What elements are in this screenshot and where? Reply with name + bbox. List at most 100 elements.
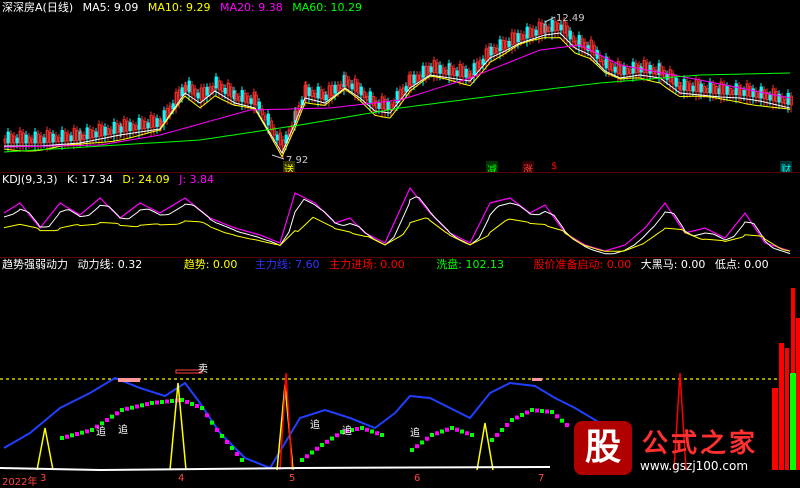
candle-body [498,39,502,52]
candle-body [464,68,468,78]
washout-dot [180,398,184,402]
washout-dot [525,410,529,415]
candle-body [368,91,372,104]
x-axis-month: 6 [414,473,421,484]
candle-body [205,86,209,96]
x-axis-month: 5 [289,473,296,484]
main-force-line [3,376,601,470]
washout-dot [145,402,149,407]
candle-body [377,103,381,109]
washout-dot [315,446,319,451]
washout-dot [445,427,449,432]
trend-spike [36,427,54,471]
event-marker-dollar[interactable]: $ [551,161,557,172]
candle-body [665,74,669,80]
candle-body [534,29,538,36]
washout-dot [435,431,439,436]
washout-dot [450,426,454,430]
candle-body [691,85,695,92]
candle-body [146,122,150,129]
watermark-badge: 股 [574,421,632,475]
candle-body [786,92,790,105]
candle-body [249,98,253,105]
washout-dot [460,429,464,434]
candle-body [119,126,123,133]
washout-dot [335,433,339,438]
trend-spike [476,422,494,471]
washout-dot [380,433,384,437]
washout-dot [65,434,69,439]
washout-dot [545,409,549,414]
washout-dot [185,400,189,404]
washout-dot [415,444,419,449]
candle-body [103,126,107,136]
kdj-chart[interactable] [0,173,800,257]
washout-dot [155,400,159,405]
candle-body [568,30,572,40]
washout-dot [235,452,239,456]
candle-body [128,122,132,132]
washout-dot [105,418,109,422]
candle-body [507,41,511,47]
candle-body [137,117,141,130]
price-chart[interactable] [0,0,800,172]
washout-dot [75,432,79,436]
candle-body [742,90,746,96]
candle-body [94,131,98,138]
washout-dot [510,418,514,422]
washout-dot [115,411,119,416]
washout-dot [360,426,364,430]
washout-dot [440,429,444,434]
watermark-logo: 股 公式之家 www.gszj100.com [574,421,774,481]
candle-body [455,70,459,77]
washout-dot [505,423,509,427]
candle-body [266,113,270,126]
kdj-d-line [3,216,791,252]
candle-body [404,85,408,92]
candle-body [24,134,28,144]
kdj-j-line [3,186,791,252]
x-axis-month: 4 [178,473,185,484]
candle-body [112,122,116,134]
washout-dot [195,404,199,408]
washout-dot [555,414,559,419]
candle-body [187,80,191,93]
candle-body [180,87,184,97]
candle-body [223,88,227,94]
candle-body [214,76,218,89]
candle-body [708,81,712,94]
price-panel: 深深房A(日线) MA5: 9.09 MA10: 9.29 MA20: 9.38… [0,0,800,176]
trend-spike [169,382,187,471]
washout-dot [420,440,424,445]
candle-body [51,133,55,143]
washout-dot [130,405,134,410]
washout-dot [465,431,469,436]
washout-dot [540,409,544,413]
sell-signal-label: 卖 [198,364,208,375]
washout-dot [325,439,329,444]
chase-signal-label: 追 [310,420,320,431]
washout-dot [375,431,379,436]
high-price-label: 12.49 [556,13,585,24]
washout-dot [215,428,219,432]
washout-dot [240,458,244,462]
chase-signal-label: 追 [410,428,420,439]
candle-body [438,64,442,74]
candle-body [307,87,311,97]
washout-dot [410,448,414,452]
signal-bar [118,378,140,382]
watermark-url: www.gszj100.com [640,459,749,473]
power-baseline [0,466,551,472]
candle-body [674,77,678,87]
washout-dot [225,440,229,444]
washout-dot [160,400,164,404]
washout-dot [535,408,539,413]
candle-body [550,19,554,32]
candle-body [648,64,652,74]
candle-body [525,26,529,39]
x-axis-month: 7 [538,473,545,484]
washout-dot [135,404,139,409]
washout-dot [60,436,64,440]
watermark-title: 公式之家 [642,429,759,459]
candle-body [429,66,433,73]
